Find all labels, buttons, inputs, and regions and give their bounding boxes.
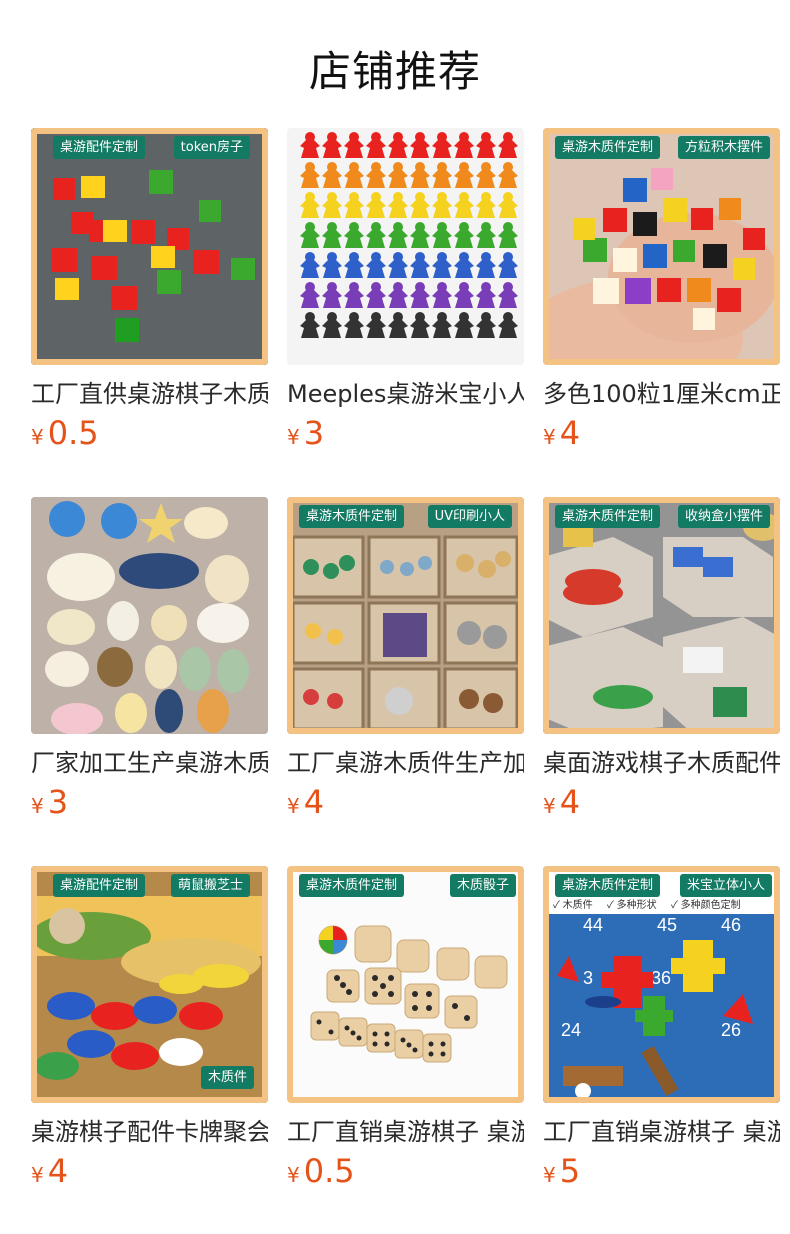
badge-customization: 桌游配件定制 [53,874,146,897]
price-value: 4 [559,783,581,821]
svg-text:45: 45 [657,915,677,935]
cube-handful-graphic [543,128,780,365]
badge-product-type: UV印刷小人 [427,505,512,528]
price-value: 3 [47,783,69,821]
price-value: 3 [303,414,325,452]
product-image[interactable]: 桌游配件定制 token房子 [31,128,268,365]
meeple-board-graphic: ✓ 木质件 ✓ 多种形状 ✓ 多种颜色定制 44 45 46 3 36 24 2… [543,866,780,1103]
price-value: 5 [559,1152,581,1190]
price-value: 4 [559,414,581,452]
svg-text:46: 46 [721,915,741,935]
currency-symbol: ¥ [287,1163,300,1187]
product-name[interactable]: 工厂直销桌游棋子 桌游骰子 [287,1112,524,1147]
currency-symbol: ¥ [31,794,44,818]
price-value: 4 [47,1152,69,1190]
wooden-animals-graphic [31,497,268,734]
currency-symbol: ¥ [543,425,556,449]
meeple-rainbow-graphic [287,128,524,365]
product-price: ¥4 [31,1152,68,1190]
house-token-graphic [31,128,268,365]
badge-product-type: 米宝立体小人 [679,874,772,897]
price-value: 0.5 [47,414,99,452]
currency-symbol: ¥ [31,425,44,449]
product-price: ¥5 [543,1152,580,1190]
product-name[interactable]: 桌游棋子配件卡牌聚会游戏 [31,1112,268,1147]
badge-customization: 桌游木质件定制 [555,874,661,897]
product-name[interactable]: 多色100粒1厘米cm正方体 [543,374,780,409]
product-name[interactable]: 工厂桌游木质件生产加工 [287,743,524,778]
wooden-tray-graphic [287,497,524,734]
product-name[interactable]: 工厂直销桌游棋子 桌游米宝 [543,1112,780,1147]
product-price: ¥3 [287,414,324,452]
product-price: ¥4 [287,783,324,821]
svg-text:✓ 多种颜色定制: ✓ 多种颜色定制 [671,898,741,911]
product-price: ¥3 [31,783,68,821]
currency-symbol: ¥ [543,1163,556,1187]
product-image[interactable]: 桌游木质件定制 UV印刷小人 [287,497,524,734]
currency-symbol: ¥ [31,1163,44,1187]
product-image[interactable]: 桌游配件定制 萌鼠搬芝士 木质件 [31,866,268,1103]
price-value: 4 [303,783,325,821]
badge-product-type: 收纳盒小摆件 [677,505,770,528]
currency-symbol: ¥ [543,794,556,818]
product-image[interactable] [287,128,524,365]
badge-material: 木质件 [200,1066,254,1089]
price-value: 0.5 [303,1152,355,1190]
product-price: ¥4 [543,414,580,452]
badge-product-type: 方粒积木摆件 [677,136,770,159]
svg-text:26: 26 [721,1020,741,1040]
badge-product-type: 萌鼠搬芝士 [170,874,250,897]
storage-box-graphic [543,497,780,734]
wooden-dice-graphic [287,866,524,1103]
product-name[interactable]: 工厂直供桌游棋子木质房子token [31,374,268,409]
svg-text:44: 44 [583,915,603,935]
product-price: ¥0.5 [31,414,99,452]
product-image[interactable]: 桌游木质件定制 收纳盒小摆件 [543,497,780,734]
badge-customization: 桌游木质件定制 [299,505,405,528]
badge-customization: 桌游木质件定制 [299,874,405,897]
product-name[interactable]: 厂家加工生产桌游木质动物 [31,743,268,778]
badge-customization: 桌游配件定制 [53,136,146,159]
product-image[interactable] [31,497,268,734]
product-price: ¥0.5 [287,1152,355,1190]
badge-product-type: 木质骰子 [449,874,516,897]
svg-text:✓ 木质件: ✓ 木质件 [553,899,593,911]
product-image[interactable]: ✓ 木质件 ✓ 多种形状 ✓ 多种颜色定制 44 45 46 3 36 24 2… [543,866,780,1103]
currency-symbol: ¥ [287,794,300,818]
section-title: 店铺推荐 [308,47,481,96]
badge-product-type: token房子 [173,136,250,159]
product-image[interactable]: 桌游木质件定制 方粒积木摆件 [543,128,780,365]
product-price: ¥4 [543,783,580,821]
currency-symbol: ¥ [287,425,300,449]
badge-customization: 桌游木质件定制 [555,136,661,159]
svg-text:24: 24 [561,1020,581,1040]
product-name[interactable]: Meeples桌游米宝小人 [287,374,524,409]
badge-customization: 桌游木质件定制 [555,505,661,528]
svg-text:36: 36 [651,968,671,988]
product-name[interactable]: 桌面游戏棋子木质配件收纳盒 [543,743,780,778]
product-image[interactable]: 桌游木质件定制 木质骰子 [287,866,524,1103]
svg-text:3: 3 [583,968,593,988]
svg-text:✓ 多种形状: ✓ 多种形状 [607,898,657,911]
